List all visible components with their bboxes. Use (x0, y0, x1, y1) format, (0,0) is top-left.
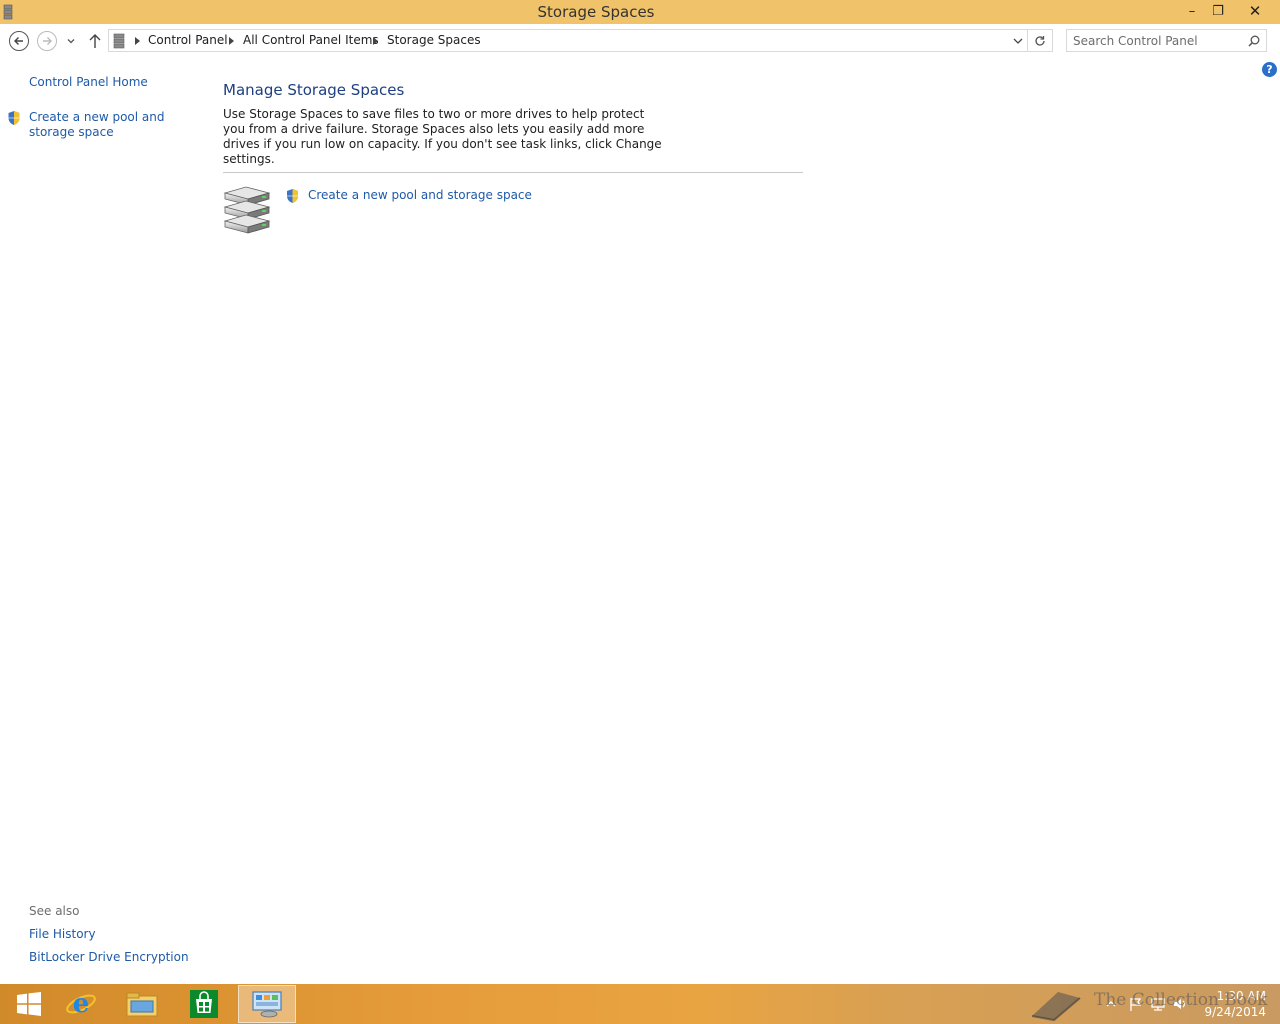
help-icon: ? (1266, 63, 1273, 76)
breadcrumb-separator-icon[interactable] (373, 37, 378, 45)
start-button[interactable] (0, 985, 58, 1023)
address-dropdown-chevron-icon[interactable] (1013, 37, 1023, 45)
page-title: Manage Storage Spaces (223, 81, 405, 99)
back-button[interactable] (9, 31, 29, 51)
close-button[interactable]: ✕ (1232, 0, 1278, 22)
breadcrumb-separator-icon[interactable] (229, 37, 234, 45)
storage-drives-icon (223, 186, 271, 234)
see-also-heading: See also (29, 904, 80, 918)
breadcrumb-storage-spaces[interactable]: Storage Spaces (387, 33, 481, 47)
breadcrumb-separator-icon[interactable] (135, 37, 140, 45)
taskbar-clock[interactable]: 1:30 AM 9/24/2014 (1196, 988, 1266, 1020)
control-panel-taskbar-button[interactable] (238, 985, 296, 1023)
address-bar[interactable]: Control Panel All Control Panel Items St… (108, 29, 1028, 52)
divider (223, 172, 803, 173)
uac-shield-icon (8, 111, 20, 125)
system-tray (1104, 984, 1188, 1024)
help-button[interactable]: ? (1262, 62, 1277, 77)
start-icon (17, 992, 41, 1016)
store-icon (190, 990, 218, 1018)
search-box[interactable] (1066, 29, 1267, 52)
window-title: Storage Spaces (537, 3, 655, 21)
page-description: Use Storage Spaces to save files to two … (223, 107, 662, 166)
close-icon: ✕ (1248, 2, 1262, 20)
up-arrow-icon[interactable] (88, 33, 102, 49)
clock-date: 9/24/2014 (1204, 1005, 1266, 1019)
forward-button[interactable] (37, 31, 57, 51)
title-bar: Storage Spaces – ❐ ✕ (0, 0, 1280, 24)
storage-spaces-location-icon (113, 33, 125, 49)
clock-time: 1:30 AM (1216, 989, 1266, 1003)
forward-arrow-icon (43, 37, 52, 45)
refresh-button[interactable] (1028, 29, 1053, 52)
bitlocker-link[interactable]: BitLocker Drive Encryption (29, 950, 189, 964)
internet-explorer-icon: e (66, 989, 96, 1019)
restore-icon: ❐ (1212, 3, 1224, 19)
uac-shield-icon (287, 189, 298, 203)
taskbar: e 1:30 AM 9/24/2014 (0, 984, 1280, 1024)
show-hidden-icons-icon[interactable] (1104, 997, 1118, 1011)
control-panel-icon (252, 991, 282, 1018)
action-center-flag-icon[interactable] (1128, 996, 1144, 1012)
minimize-icon: – (1188, 3, 1196, 19)
search-input[interactable] (1073, 32, 1243, 49)
volume-icon[interactable] (1172, 996, 1188, 1012)
breadcrumb-all-control-panel-items[interactable]: All Control Panel Items (243, 33, 379, 47)
restore-button[interactable]: ❐ (1205, 0, 1231, 22)
left-task-pane: Control Panel Home Create a new pool and… (0, 58, 205, 984)
create-pool-link[interactable]: Create a new pool and storage space (308, 188, 532, 202)
back-arrow-icon (14, 37, 23, 45)
file-explorer-button[interactable] (113, 985, 171, 1023)
store-button[interactable] (175, 985, 233, 1023)
svg-text:e: e (73, 989, 90, 1019)
sidebar-create-pool-link[interactable]: Create a new pool and storage space (29, 110, 199, 140)
breadcrumb-control-panel[interactable]: Control Panel (148, 33, 228, 47)
refresh-icon (1035, 35, 1045, 46)
recent-locations-chevron-icon[interactable] (66, 36, 76, 46)
file-history-link[interactable]: File History (29, 927, 96, 941)
network-icon[interactable] (1150, 996, 1166, 1012)
file-explorer-icon (126, 992, 158, 1017)
control-panel-home-link[interactable]: Control Panel Home (29, 75, 148, 89)
search-icon[interactable] (1248, 35, 1260, 47)
internet-explorer-button[interactable]: e (52, 985, 110, 1023)
minimize-button[interactable]: – (1179, 0, 1205, 22)
navigation-bar: Control Panel All Control Panel Items St… (0, 24, 1280, 58)
